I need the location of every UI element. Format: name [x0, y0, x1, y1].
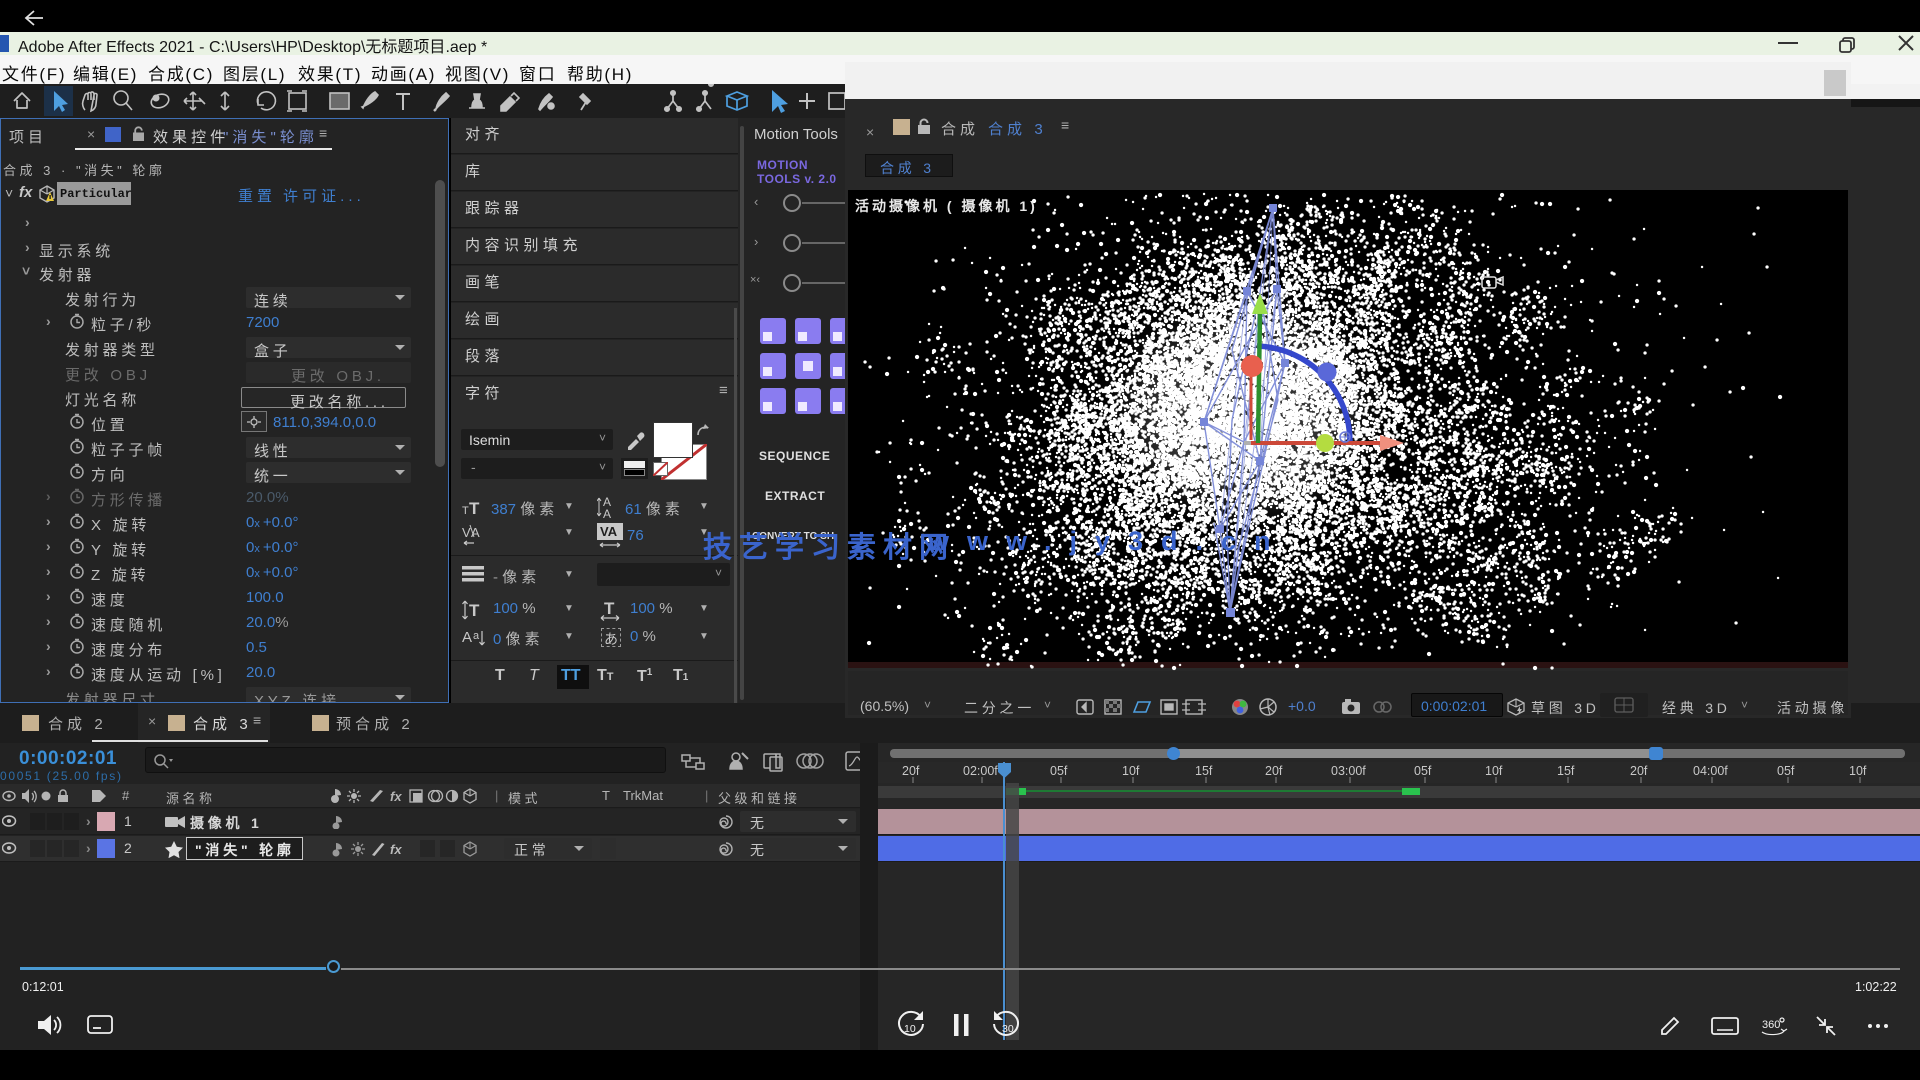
- svg-text:a: a: [473, 630, 480, 642]
- svg-text:fx: fx: [390, 842, 402, 857]
- svg-text:T: T: [469, 499, 480, 517]
- svg-text:A: A: [603, 507, 611, 520]
- svg-text:fx: fx: [390, 789, 402, 804]
- svg-text:T: T: [462, 505, 469, 517]
- svg-text:360: 360: [1762, 1019, 1780, 1031]
- svg-text:T: T: [604, 599, 615, 618]
- svg-text:V: V: [462, 525, 471, 540]
- svg-text:T: T: [469, 601, 480, 620]
- svg-text:10: 10: [904, 1023, 916, 1035]
- svg-text:VA: VA: [600, 524, 618, 539]
- svg-text:30: 30: [1002, 1023, 1014, 1035]
- svg-text:活动摄像机 ( 摄像机 1): 活动摄像机 ( 摄像机 1): [855, 198, 1038, 214]
- svg-text:A: A: [462, 629, 472, 646]
